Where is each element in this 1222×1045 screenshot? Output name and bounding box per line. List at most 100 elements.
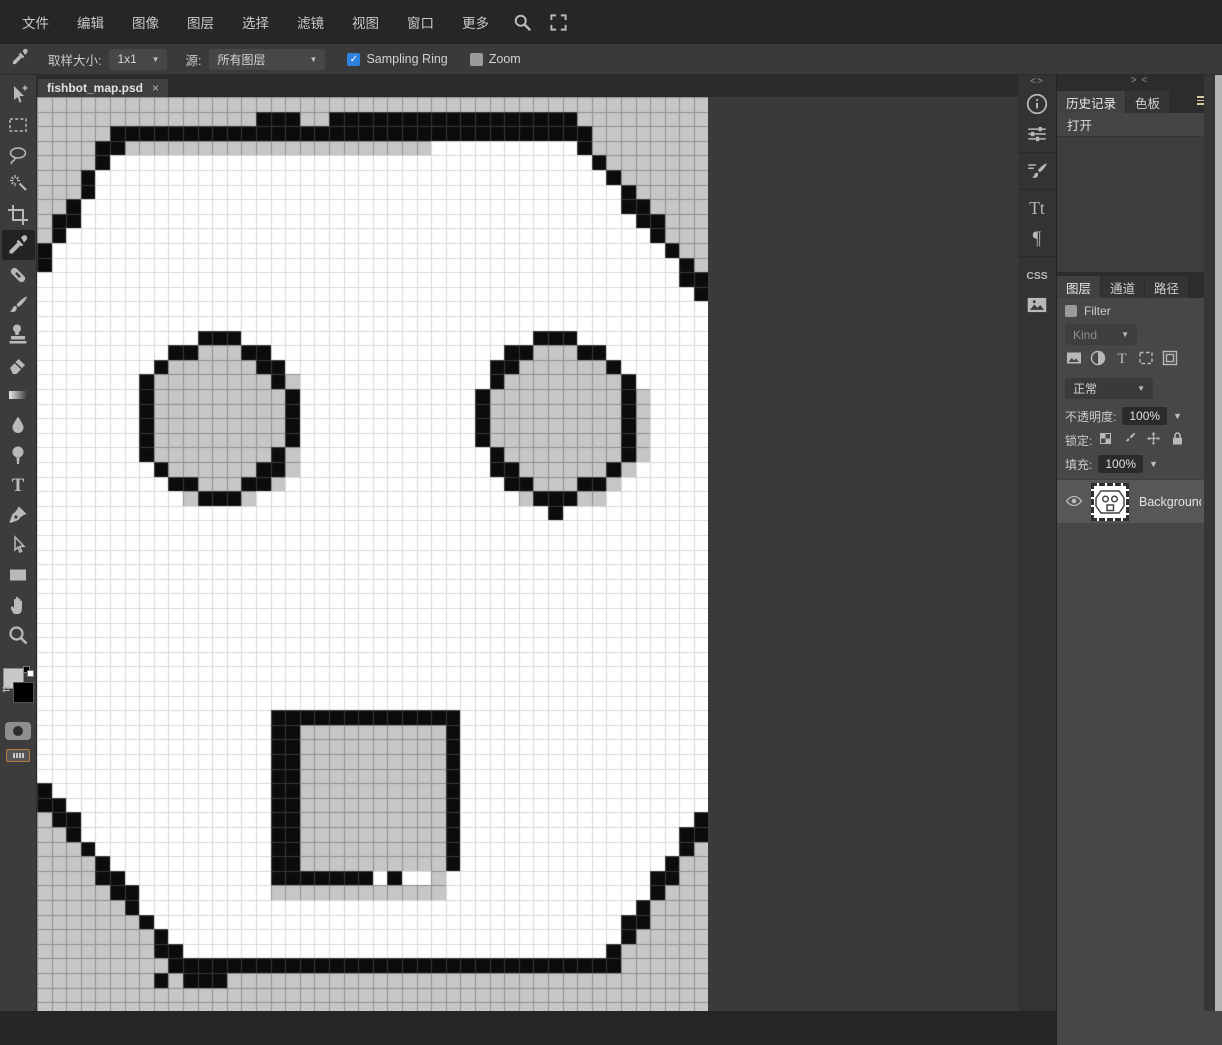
document-tab[interactable]: fishbot_map.psd × [38,79,169,97]
lock-transparent-pixels-icon[interactable] [1098,431,1113,449]
history-step-open[interactable]: 打开 [1057,113,1222,137]
dodge-icon [12,446,24,464]
thumbnail-face-preview [1095,489,1125,514]
lasso-tool[interactable] [2,140,35,170]
panel-toggle-image[interactable] [1018,290,1056,320]
default-colors-icon[interactable] [23,666,35,678]
zoom-checkbox[interactable] [469,52,483,66]
fullscreen-button[interactable] [541,7,575,37]
search-icon [514,14,531,31]
search-button[interactable] [505,7,539,37]
lock-image-pixels-icon[interactable] [1122,431,1137,449]
background-color-swatch[interactable] [13,682,34,703]
sampling-ring-checkbox[interactable]: ✓ [347,52,361,66]
panel-toggle-paragraph[interactable]: ¶ [1018,223,1056,253]
pen-icon [9,506,27,523]
panel-collapse-handle[interactable]: > < [1057,75,1222,89]
menu-item-image[interactable]: 图像 [118,6,173,38]
rect-select-tool[interactable] [2,110,35,140]
sample-size-dropdown[interactable]: 1x1 ▼ [109,48,168,70]
brush-tool[interactable] [2,290,35,320]
filter-image-icon[interactable] [1065,349,1083,372]
menu-item-file[interactable]: 文件 [8,6,63,38]
menu-item-filter[interactable]: 滤镜 [283,6,338,38]
opacity-slider-icon[interactable]: ▼ [1173,411,1182,421]
css-icon: CSS [1026,271,1047,282]
filter-adjustment-icon[interactable] [1089,349,1107,372]
filter-shape-icon[interactable] [1137,349,1155,372]
crop-tool[interactable] [2,200,35,230]
filter-smart-object-icon[interactable] [1161,349,1179,372]
opacity-label: 不透明度: [1065,409,1117,424]
magic-wand-tool[interactable] [2,170,35,200]
layer-visibility-toggle[interactable] [1057,493,1091,511]
menu-item-view[interactable]: 视图 [338,6,393,38]
eyedropper-icon [12,48,28,64]
panel-toggle-adjustments[interactable] [1018,119,1056,149]
heal-tool[interactable] [2,260,35,290]
layer-list: Background [1057,479,1222,523]
magic-wand-icon [10,175,27,191]
menu-item-edit[interactable]: 编辑 [63,6,118,38]
panel-toggle-brush-settings[interactable] [1018,156,1056,186]
layers-tab[interactable]: 路径 [1145,276,1189,298]
panel-tab[interactable]: 历史记录 [1057,91,1126,113]
eraser-tool[interactable] [2,350,35,380]
blur-icon [12,416,24,433]
brush-settings-icon [1028,163,1047,178]
clone-stamp-tool[interactable] [2,320,35,350]
lock-transparent-icon [1100,433,1112,444]
sample-size-label: 取样大小: [48,53,102,68]
lock-position-icon[interactable] [1146,431,1161,449]
image-f-icon [1067,352,1081,364]
dodge-tool[interactable] [2,440,35,470]
panel-tab[interactable]: 色板 [1126,91,1170,113]
type-tool[interactable]: T [2,470,35,500]
filter-type-icon[interactable]: T [1113,349,1131,372]
swap-colors-icon[interactable]: ⇄ [2,684,10,695]
pen-tool[interactable] [2,500,35,530]
canvas-pixel-art[interactable] [37,97,708,1011]
color-swatches[interactable]: ⇄ [2,666,34,712]
layer-row[interactable]: Background [1057,479,1206,523]
fill-value[interactable]: 100% [1098,455,1144,473]
rail-collapse-handle[interactable]: <> [1030,75,1044,89]
close-icon[interactable]: × [152,81,159,95]
layer-filter-checkbox[interactable] [1065,305,1077,317]
lock-all-icon[interactable] [1170,431,1185,449]
panel-toggle-character[interactable]: Tt [1018,193,1056,223]
fill-slider-icon[interactable]: ▼ [1149,459,1158,469]
fill-label: 填充: [1065,457,1093,472]
info-icon [1026,93,1048,115]
quick-mask-icon [13,726,23,736]
opacity-value[interactable]: 100% [1122,407,1168,425]
source-dropdown[interactable]: 所有图层 ▼ [209,48,326,70]
document-area: fishbot_map.psd × [37,75,1018,1011]
path-select-tool[interactable] [2,530,35,560]
gradient-tool[interactable] [2,380,35,410]
menu-item-layer[interactable]: 图层 [173,6,228,38]
menu-item-select[interactable]: 选择 [228,6,283,38]
eyedropper-tool[interactable] [1,230,35,260]
layers-tab[interactable]: 图层 [1057,276,1101,298]
layers-tab[interactable]: 通道 [1101,276,1145,298]
zoom-tool[interactable] [2,620,35,650]
quick-mask-button[interactable] [5,722,31,740]
menu-item-more[interactable]: 更多 [448,6,503,38]
hand-tool[interactable] [2,590,35,620]
window-scrollbar[interactable] [1215,75,1222,1011]
panel-scroll-gutter [1204,75,1215,1011]
rectangle-tool[interactable] [2,560,35,590]
clone-stamp-icon [9,324,27,344]
chevron-down-icon: ▼ [151,54,160,64]
move-tool[interactable] [2,80,35,110]
layer-thumbnail[interactable] [1091,482,1129,521]
panel-toggle-css[interactable]: CSS [1018,260,1056,290]
blur-tool[interactable] [2,410,35,440]
blend-mode-dropdown[interactable]: 正常 ▼ [1065,378,1153,399]
keyboard-shortcuts-button[interactable] [6,749,30,762]
panel-toggle-info[interactable] [1018,89,1056,119]
menu-item-window[interactable]: 窗口 [393,6,448,38]
adjustments-icon [1028,126,1046,142]
layer-kind-dropdown[interactable]: Kind ▼ [1065,324,1137,345]
